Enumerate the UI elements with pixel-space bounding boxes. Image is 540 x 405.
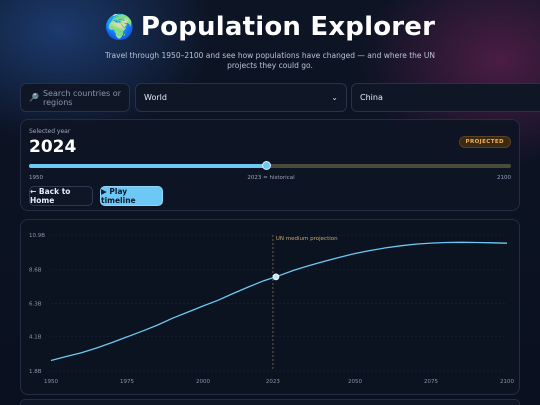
- country-select[interactable]: China: [351, 83, 540, 112]
- page-subtitle: Travel through 1950–2100 and see how pop…: [104, 51, 436, 70]
- y-tick-label: 10.9B: [29, 233, 45, 239]
- x-tick-label: 2050: [348, 379, 362, 385]
- year-slider[interactable]: [29, 161, 511, 170]
- y-tick-label: 6.3B: [29, 302, 42, 308]
- search-input[interactable]: 🔎 Search countries or regions: [20, 83, 130, 112]
- projection-annotation: UN medium projection: [276, 236, 338, 242]
- selected-year-label: Selected year: [29, 128, 71, 135]
- selected-year-marker: [272, 273, 280, 281]
- play-timeline-button[interactable]: ▶ Play timeline: [100, 186, 163, 206]
- year-slider-thumb[interactable]: [262, 161, 272, 170]
- x-tick-label: 2100: [500, 379, 514, 385]
- back-to-home-button[interactable]: ← Back to Home: [29, 186, 93, 206]
- globe-icon: 🌍: [104, 13, 135, 41]
- region-select[interactable]: World ⌄: [135, 83, 347, 112]
- population-chart-panel: 10.9B 8.6B 6.3B 4.1B 1.8B 1950 1975 2000 2023 205…: [20, 219, 520, 395]
- bottom-panel-edge: [20, 399, 520, 405]
- search-placeholder: Search countries or regions: [42, 88, 121, 107]
- x-tick-label: 1950: [44, 379, 58, 385]
- population-chart: 10.9B 8.6B 6.3B 4.1B 1.8B1950 1975 2000 2023 205…: [29, 233, 514, 385]
- x-tick-label: 2023: [266, 379, 280, 385]
- y-tick-label: 1.8B: [29, 369, 42, 375]
- slider-max-label: 2100: [497, 175, 511, 181]
- search-icon: 🔎: [29, 93, 39, 102]
- x-tick-label: 1975: [120, 379, 134, 385]
- chevron-down-icon: ⌄: [331, 93, 338, 102]
- timeline-panel: Selected year 2024 PROJECTED 1950 2023 =…: [20, 119, 520, 211]
- page-title: 🌍 Population Explorer: [0, 12, 540, 42]
- selected-year-value: 2024: [29, 137, 77, 157]
- y-tick-label: 8.6B: [29, 267, 42, 273]
- slider-mid-label: 2023 = historical: [247, 175, 295, 181]
- y-tick-label: 4.1B: [29, 335, 42, 341]
- x-tick-label: 2075: [424, 379, 438, 385]
- page-title-text: Population Explorer: [140, 12, 436, 42]
- status-badge: PROJECTED: [458, 136, 511, 148]
- x-tick-label: 2000: [196, 379, 210, 385]
- year-slider-fill: [29, 164, 267, 168]
- population-series-line: [50, 241, 508, 362]
- region-select-value: World: [144, 93, 167, 102]
- country-select-value: China: [360, 93, 383, 102]
